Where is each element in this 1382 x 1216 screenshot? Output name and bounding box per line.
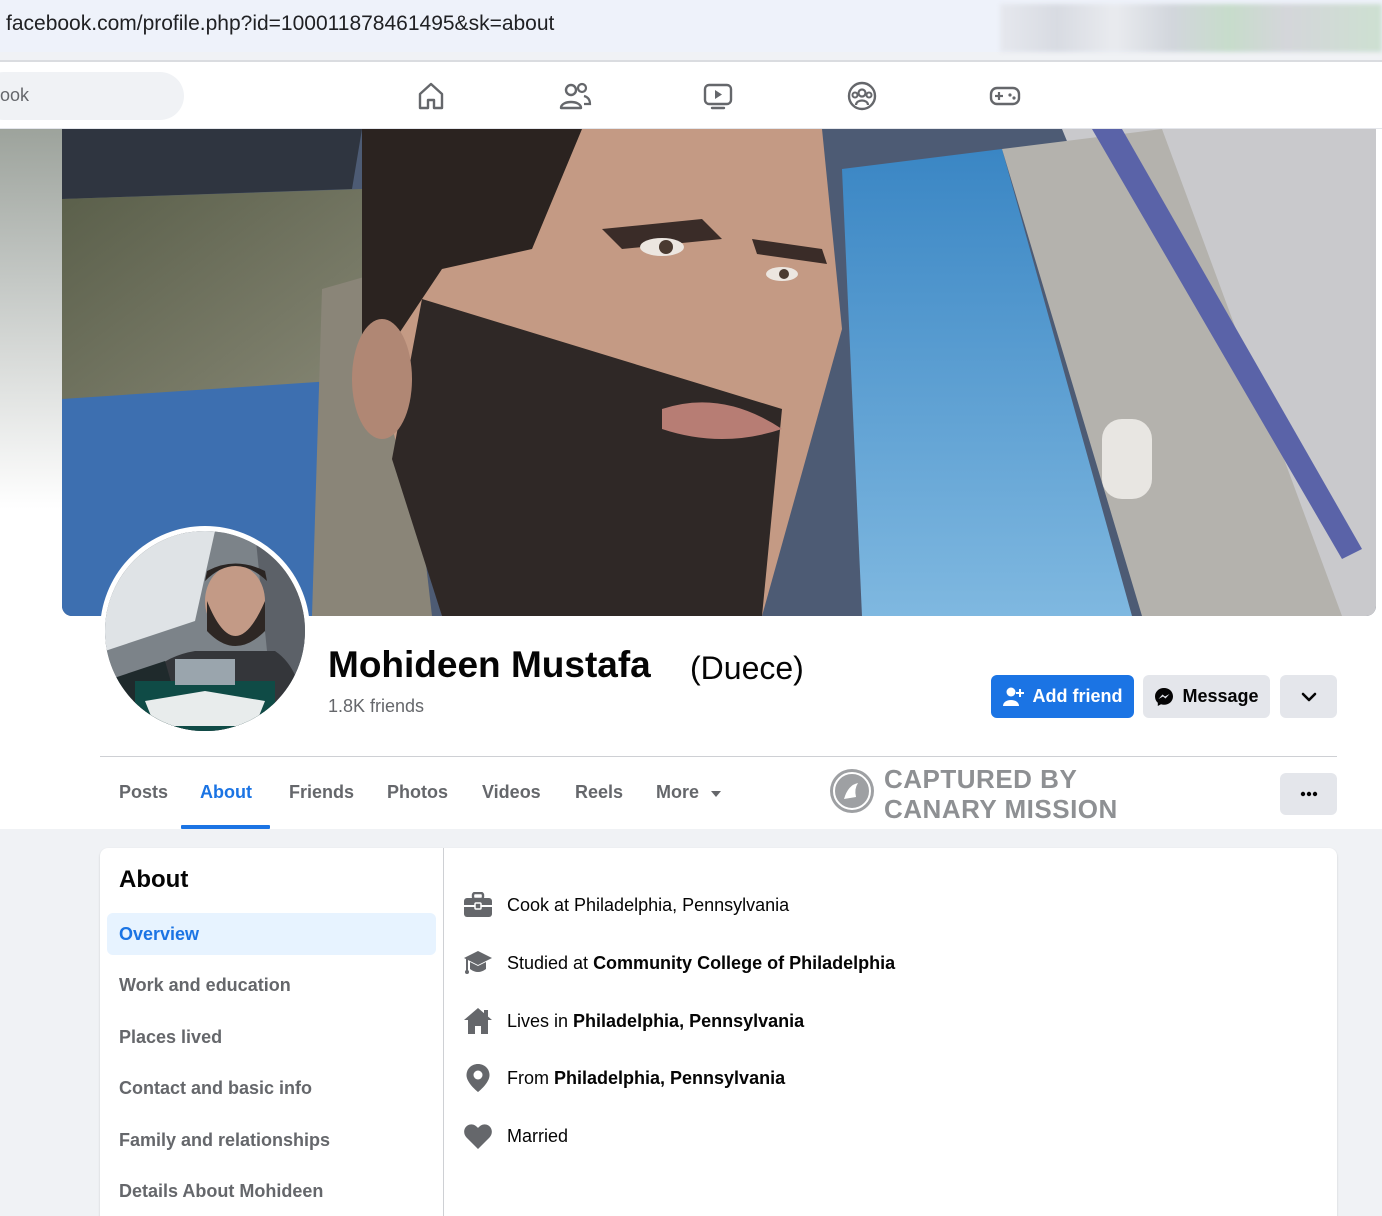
overview-education-row: Studied at Community College of Philadel… [462, 946, 895, 980]
overview-from-row: From Philadelphia, Pennsylvania [462, 1061, 785, 1095]
tab-about[interactable]: About [200, 782, 252, 803]
education-link[interactable]: Community College of Philadelphia [593, 953, 895, 973]
canary-logo-icon [830, 769, 874, 813]
profile-picture[interactable] [100, 526, 310, 736]
overview-relationship-row: Married [462, 1119, 568, 1153]
url-text[interactable]: facebook.com/profile.php?id=100011878461… [6, 12, 554, 36]
watch-icon[interactable] [698, 76, 738, 116]
profile-more-button[interactable] [1280, 675, 1337, 718]
message-button[interactable]: Message [1143, 675, 1270, 718]
friends-icon[interactable] [555, 76, 595, 116]
overview-education-text: Studied at Community College of Philadel… [507, 952, 896, 973]
overview-work-text: Cook at Philadelphia, Pennsylvania [507, 894, 790, 915]
menu-item-contact-info[interactable]: Contact and basic info [119, 1078, 312, 1099]
friends-count[interactable]: 1.8K friends [328, 696, 424, 717]
about-title: About [119, 866, 189, 893]
about-card-divider [443, 848, 444, 1216]
menu-item-places-lived[interactable]: Places lived [119, 1027, 222, 1048]
browser-address-bar[interactable]: facebook.com/profile.php?id=100011878461… [0, 0, 1382, 52]
messenger-icon [1155, 687, 1174, 706]
search-input[interactable]: ook [0, 72, 184, 120]
tab-more[interactable]: More [656, 782, 722, 803]
add-person-icon [1002, 687, 1024, 706]
location-pin-icon [462, 1062, 494, 1094]
groups-icon[interactable] [842, 76, 882, 116]
graduation-cap-icon [462, 947, 494, 979]
blurred-browser-toolbar [1000, 4, 1382, 52]
more-options-button[interactable] [1280, 773, 1337, 815]
watermark-line-2: CANARY MISSION [884, 794, 1118, 824]
watermark-text: CAPTURED BY CANARY MISSION [884, 764, 1118, 824]
add-friend-label: Add friend [1032, 686, 1123, 706]
overview-relationship-text: Married [507, 1125, 569, 1146]
overview-lives-text: Lives in Philadelphia, Pennsylvania [507, 1010, 805, 1031]
message-label: Message [1182, 686, 1259, 706]
watermark-line-1: CAPTURED BY [884, 764, 1078, 794]
overview-lives-row: Lives in Philadelphia, Pennsylvania [462, 1004, 804, 1038]
menu-item-overview[interactable]: Overview [119, 924, 199, 945]
menu-item-details[interactable]: Details About Mohideen [119, 1181, 323, 1202]
overview-work-row: Cook at Philadelphia, Pennsylvania [462, 888, 789, 922]
tab-reels[interactable]: Reels [575, 782, 623, 803]
add-friend-button[interactable]: Add friend [991, 675, 1134, 718]
house-icon [462, 1005, 494, 1037]
tab-friends[interactable]: Friends [289, 782, 354, 803]
watermark: CAPTURED BY CANARY MISSION [830, 764, 1120, 824]
gaming-icon[interactable] [985, 76, 1025, 116]
home-icon[interactable] [411, 76, 451, 116]
briefcase-icon [462, 889, 494, 921]
caret-down-icon [711, 791, 722, 797]
tab-photos[interactable]: Photos [387, 782, 448, 803]
active-tab-indicator [181, 825, 270, 829]
tab-posts[interactable]: Posts [119, 782, 168, 803]
tab-more-label: More [656, 782, 700, 802]
search-placeholder: ook [0, 85, 30, 105]
chevron-down-icon [1301, 692, 1316, 701]
background-fade [0, 129, 62, 509]
tab-videos[interactable]: Videos [482, 782, 541, 803]
header-separator [100, 756, 1337, 757]
overview-from-text: From Philadelphia, Pennsylvania [507, 1067, 786, 1088]
ellipsis-icon [1300, 791, 1317, 797]
facebook-top-bar: ook [0, 62, 1382, 129]
menu-item-work-education[interactable]: Work and education [119, 975, 291, 996]
from-link[interactable]: Philadelphia, Pennsylvania [554, 1068, 785, 1088]
menu-item-family-relationships[interactable]: Family and relationships [119, 1130, 330, 1151]
lives-in-link[interactable]: Philadelphia, Pennsylvania [573, 1011, 804, 1031]
profile-nickname: (Duece) [690, 650, 804, 686]
profile-name: Mohideen Mustafa [328, 644, 651, 685]
heart-icon [462, 1120, 494, 1152]
